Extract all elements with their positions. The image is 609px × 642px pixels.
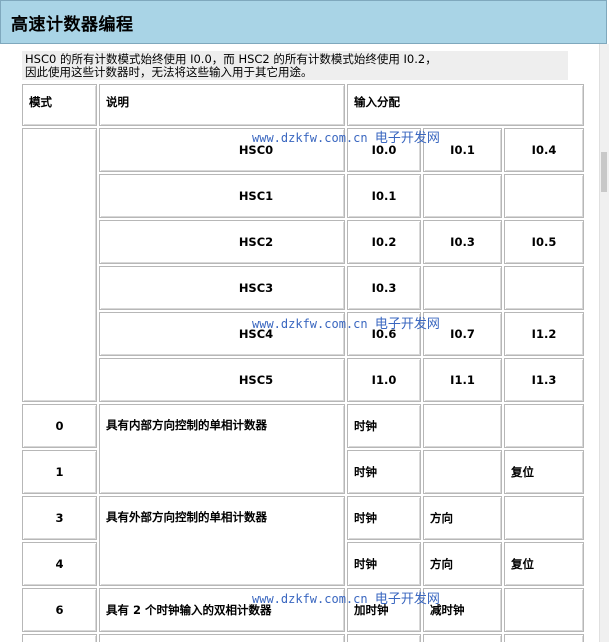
input-cell: I1.0 bbox=[347, 358, 421, 402]
header-description-label: 说明 bbox=[106, 95, 129, 109]
input-cell: 时钟 bbox=[347, 404, 421, 448]
mode-description: 具有外部方向控制的单相计数器 bbox=[106, 510, 267, 524]
input-cell: 时钟 bbox=[347, 542, 421, 586]
input-cell: 方向 bbox=[423, 542, 502, 586]
input-value: I0.3 bbox=[371, 281, 397, 295]
input-value: I1.2 bbox=[531, 327, 557, 341]
mode-description: 具有 2 个时钟输入的双相计数器 bbox=[106, 603, 272, 617]
counter-name: HSC1 bbox=[238, 189, 274, 203]
input-cell: I0.2 bbox=[347, 220, 421, 264]
header-inputs: 输入分配 bbox=[347, 84, 584, 126]
input-value: 时钟 bbox=[354, 465, 377, 479]
watermark-site: 电子开发网 bbox=[374, 592, 440, 607]
input-value: I0.2 bbox=[371, 235, 397, 249]
header-description: 说明 bbox=[99, 84, 345, 126]
input-cell bbox=[504, 496, 584, 540]
header-mode-label: 模式 bbox=[29, 95, 52, 109]
header-inputs-label: 输入分配 bbox=[354, 95, 400, 109]
input-cell bbox=[423, 174, 502, 218]
mode-cell: 0 bbox=[22, 404, 97, 448]
input-cell: I1.3 bbox=[504, 358, 584, 402]
input-value: 方向 bbox=[430, 511, 453, 525]
input-value: I1.1 bbox=[450, 373, 475, 387]
input-cell bbox=[504, 266, 584, 310]
input-value: I1.0 bbox=[371, 373, 397, 387]
input-value: 时钟 bbox=[354, 511, 377, 525]
input-value: I0.5 bbox=[531, 235, 557, 249]
input-cell: 时钟 bbox=[347, 496, 421, 540]
mode-value: 1 bbox=[55, 465, 64, 479]
note-line-2: 因此使用这些计数器时，无法将这些输入用于其它用途。 bbox=[25, 65, 313, 79]
mode-cell: 3 bbox=[22, 496, 97, 540]
watermark-site: 电子开发网 bbox=[374, 131, 440, 146]
mode-value: 4 bbox=[55, 557, 64, 571]
counter-name-cell: HSC5 bbox=[99, 358, 345, 402]
watermark-url: www.dzkfw.com.cn bbox=[252, 317, 368, 331]
input-cell: 时钟 bbox=[347, 450, 421, 494]
counters-mode-cell bbox=[22, 128, 97, 402]
mode-description-cell: 具有内部方向控制的单相计数器 bbox=[99, 404, 345, 494]
input-cell bbox=[504, 174, 584, 218]
input-cell: I0.5 bbox=[504, 220, 584, 264]
watermark: www.dzkfw.com.cn 电子开发网 bbox=[252, 313, 440, 332]
vertical-scrollbar[interactable] bbox=[599, 44, 609, 642]
counter-name-cell: HSC1 bbox=[99, 174, 345, 218]
input-value: I1.3 bbox=[531, 373, 557, 387]
page-title: 高速计数器编程 bbox=[11, 15, 134, 35]
mode-value: 0 bbox=[55, 419, 64, 433]
input-cell: 方向 bbox=[423, 496, 502, 540]
watermark-url: www.dzkfw.com.cn bbox=[252, 131, 368, 145]
mode-cell: 4 bbox=[22, 542, 97, 586]
input-cell: I0.3 bbox=[347, 266, 421, 310]
watermark: www.dzkfw.com.cn 电子开发网 bbox=[252, 588, 440, 607]
title-bar: 高速计数器编程 bbox=[0, 0, 607, 44]
input-cell bbox=[504, 404, 584, 448]
scrollbar-thumb[interactable] bbox=[601, 152, 607, 192]
watermark-url: www.dzkfw.com.cn bbox=[252, 592, 368, 606]
input-value: 复位 bbox=[511, 465, 534, 479]
mode-value: 3 bbox=[55, 511, 64, 525]
note-box: HSC0 的所有计数模式始终使用 I0.0，而 HSC2 的所有计数模式始终使用… bbox=[22, 51, 568, 80]
mode-description-cell bbox=[99, 634, 345, 642]
input-cell: I0.3 bbox=[423, 220, 502, 264]
input-cell: 复位 bbox=[504, 450, 584, 494]
mode-cell bbox=[22, 634, 97, 642]
input-cell: 复位 bbox=[504, 542, 584, 586]
input-cell: I0.4 bbox=[504, 128, 584, 172]
mode-description-cell: 具有外部方向控制的单相计数器 bbox=[99, 496, 345, 586]
input-cell bbox=[423, 266, 502, 310]
header-mode: 模式 bbox=[22, 84, 97, 126]
counter-name: HSC3 bbox=[238, 281, 274, 295]
watermark: www.dzkfw.com.cn 电子开发网 bbox=[252, 127, 440, 146]
input-value: 复位 bbox=[511, 557, 534, 571]
counter-name-cell: HSC2 bbox=[99, 220, 345, 264]
watermark-site: 电子开发网 bbox=[374, 317, 440, 332]
input-value: I0.1 bbox=[450, 143, 475, 157]
input-value: 时钟 bbox=[354, 419, 377, 433]
mode-cell: 6 bbox=[22, 588, 97, 632]
counter-name-cell: HSC3 bbox=[99, 266, 345, 310]
mode-description: 具有内部方向控制的单相计数器 bbox=[106, 418, 267, 432]
input-cell bbox=[504, 634, 584, 642]
input-value: 方向 bbox=[430, 557, 453, 571]
input-value: I0.1 bbox=[371, 189, 397, 203]
input-value: I0.4 bbox=[531, 143, 557, 157]
input-value: 时钟 bbox=[354, 557, 377, 571]
input-cell bbox=[423, 404, 502, 448]
counter-name: HSC5 bbox=[238, 373, 274, 387]
input-cell bbox=[504, 588, 584, 632]
input-cell bbox=[423, 634, 502, 642]
input-cell: I0.1 bbox=[347, 174, 421, 218]
input-value: I0.7 bbox=[450, 327, 475, 341]
input-value: I0.3 bbox=[450, 235, 475, 249]
input-cell: I1.2 bbox=[504, 312, 584, 356]
input-cell bbox=[347, 634, 421, 642]
counter-name: HSC2 bbox=[238, 235, 274, 249]
app-window: 高速计数器编程 HSC0 的所有计数模式始终使用 I0.0，而 HSC2 的所有… bbox=[0, 0, 609, 642]
input-cell bbox=[423, 450, 502, 494]
mode-cell: 1 bbox=[22, 450, 97, 494]
input-cell: I1.1 bbox=[423, 358, 502, 402]
mode-value: 6 bbox=[55, 603, 64, 617]
